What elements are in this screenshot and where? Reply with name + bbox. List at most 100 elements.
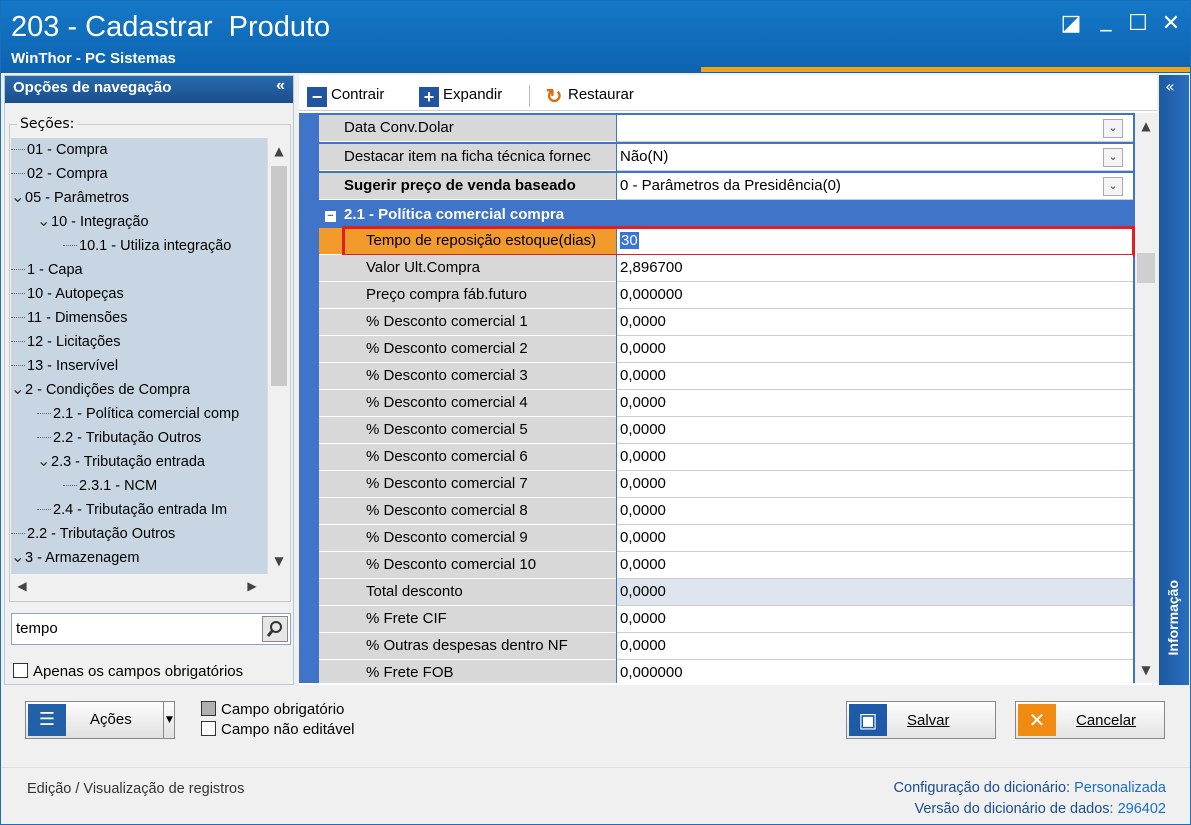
property-value[interactable]: 0,0000 bbox=[617, 363, 1133, 390]
dropdown-chevron-icon[interactable]: ⌄ bbox=[1103, 119, 1123, 138]
property-value[interactable]: 0,0000 bbox=[617, 498, 1133, 525]
property-row[interactable]: Destacar item na ficha técnica fornec Não… bbox=[299, 144, 1135, 171]
tree-item[interactable]: 2.2 - Tributação Outros bbox=[11, 522, 175, 546]
scroll-down-icon[interactable]: ▼ bbox=[268, 550, 290, 572]
property-value[interactable]: 0,0000 bbox=[617, 390, 1133, 417]
scroll-up-icon[interactable]: ▲ bbox=[268, 140, 290, 162]
tree-expand-icon[interactable]: ⌄ bbox=[11, 381, 25, 399]
minimize-icon[interactable]: _ bbox=[1093, 7, 1119, 33]
tree-item[interactable]: 2.1 - Política comercial comp bbox=[37, 402, 239, 426]
selected-property-row[interactable]: Tempo de reposição estoque(dias) 30 bbox=[299, 226, 1135, 257]
tree-expand-icon[interactable]: ⌄ bbox=[37, 453, 51, 471]
tree-expand-icon[interactable]: ⌄ bbox=[11, 189, 25, 207]
property-value[interactable]: ⌄ bbox=[617, 115, 1133, 142]
tree-item[interactable]: ⌄10 - Integração bbox=[37, 210, 149, 234]
property-row[interactable]: % Desconto comercial 5 0,0000 bbox=[299, 417, 1135, 444]
tree-horizontal-scrollbar[interactable]: ◀ ▶ bbox=[11, 574, 267, 598]
group-header-politica-comercial[interactable]: −2.1 - Política comercial compra bbox=[319, 202, 1135, 228]
grid-vertical-scrollbar[interactable]: ▲ ▼ bbox=[1135, 113, 1157, 683]
tree-item[interactable]: 02 - Compra bbox=[11, 162, 108, 186]
tree-item[interactable]: ⌄2.3 - Tributação entrada bbox=[37, 450, 205, 474]
actions-icon: ☰ bbox=[28, 704, 66, 736]
dropdown-chevron-icon[interactable]: ⌄ bbox=[1103, 148, 1123, 167]
tree-item[interactable]: 10.1 - Utiliza integração bbox=[63, 234, 231, 258]
property-row[interactable]: Valor Ult.Compra 2,896700 bbox=[299, 255, 1135, 282]
tree-expand-icon[interactable]: ⌄ bbox=[37, 213, 51, 231]
property-value[interactable]: 2,896700 bbox=[617, 255, 1133, 282]
required-only-checkbox[interactable]: Apenas os campos obrigatórios bbox=[13, 663, 243, 680]
property-value[interactable]: 0,0000 bbox=[617, 525, 1133, 552]
scroll-thumb[interactable] bbox=[271, 166, 287, 386]
search-input[interactable] bbox=[16, 620, 256, 637]
property-value[interactable]: 0,0000 bbox=[617, 471, 1133, 498]
tree-item[interactable]: 2.3.1 - NCM bbox=[63, 474, 157, 498]
property-row[interactable]: Preço compra fáb.futuro 0,000000 bbox=[299, 282, 1135, 309]
tree-item[interactable]: 11 - Dimensões bbox=[11, 306, 127, 330]
group-collapse-icon[interactable]: − bbox=[325, 211, 336, 222]
tree-item[interactable]: 01 - Compra bbox=[11, 138, 108, 162]
checkbox-box[interactable] bbox=[13, 663, 28, 678]
sections-tree[interactable]: 01 - Compra 02 - Compra ⌄05 - Parâmetros ⌄1… bbox=[11, 138, 267, 574]
cancel-button[interactable]: ✕ Cancelar bbox=[1015, 701, 1165, 739]
tree-vertical-scrollbar[interactable]: ▲ ▼ bbox=[267, 138, 289, 574]
property-value[interactable]: 0,000000 bbox=[617, 660, 1133, 683]
tree-item[interactable]: 13 - Inservível bbox=[11, 354, 118, 378]
tree-item[interactable]: ⌄2 - Condições de Compra bbox=[11, 378, 190, 402]
tree-item[interactable]: 12 - Licitações bbox=[11, 330, 121, 354]
property-name: % Desconto comercial 4 bbox=[319, 390, 616, 417]
restore-window-icon[interactable]: ◪ bbox=[1058, 11, 1084, 37]
tree-expand-icon[interactable]: ⌄ bbox=[11, 549, 25, 567]
maximize-icon[interactable]: ☐ bbox=[1125, 11, 1151, 37]
tree-item[interactable]: ⌄05 - Parâmetros bbox=[11, 186, 129, 210]
property-row[interactable]: % Desconto comercial 2 0,0000 bbox=[299, 336, 1135, 363]
property-value[interactable]: 0,0000 bbox=[617, 552, 1133, 579]
property-value[interactable]: 0,0000 bbox=[617, 336, 1133, 363]
property-row[interactable]: % Frete FOB 0,000000 bbox=[299, 660, 1135, 683]
collapse-navigation-icon[interactable]: « bbox=[276, 77, 285, 95]
property-row[interactable]: % Desconto comercial 10 0,0000 bbox=[299, 552, 1135, 579]
property-row[interactable]: % Desconto comercial 4 0,0000 bbox=[299, 390, 1135, 417]
scroll-right-icon[interactable]: ▶ bbox=[241, 575, 263, 597]
save-button[interactable]: ▣ Salvar bbox=[846, 701, 996, 739]
property-row[interactable]: Data Conv.Dolar ⌄ bbox=[299, 115, 1135, 142]
tree-item[interactable]: 10 - Autopeças bbox=[11, 282, 124, 306]
title-bar[interactable]: 203 - Cadastrar Produto WinThor - PC Sis… bbox=[1, 1, 1190, 73]
property-row[interactable]: Total desconto 0,0000 bbox=[299, 579, 1135, 606]
property-row[interactable]: % Frete CIF 0,0000 bbox=[299, 606, 1135, 633]
collapse-button[interactable]: − Contrair bbox=[307, 83, 384, 107]
property-value[interactable]: 0,0000 bbox=[617, 444, 1133, 471]
search-button[interactable] bbox=[262, 616, 288, 642]
grid-scroll-down-icon[interactable]: ▼ bbox=[1135, 659, 1157, 681]
tree-item[interactable]: ⌄3 - Armazenagem bbox=[11, 546, 139, 570]
expand-button[interactable]: + Expandir bbox=[419, 83, 502, 107]
property-row[interactable]: % Desconto comercial 3 0,0000 bbox=[299, 363, 1135, 390]
property-row[interactable]: % Outras despesas dentro NF 0,0000 bbox=[299, 633, 1135, 660]
information-panel[interactable]: « Informação bbox=[1159, 75, 1189, 685]
property-row[interactable]: % Desconto comercial 7 0,0000 bbox=[299, 471, 1135, 498]
property-value[interactable]: Não(N) ⌄ bbox=[617, 144, 1133, 171]
property-row[interactable]: Sugerir preço de venda baseado 0 - Parâme… bbox=[299, 173, 1135, 200]
scroll-left-icon[interactable]: ◀ bbox=[11, 575, 33, 597]
collapse-information-icon[interactable]: « bbox=[1165, 77, 1175, 96]
grid-scroll-up-icon[interactable]: ▲ bbox=[1135, 115, 1157, 137]
restore-button[interactable]: ↻ Restaurar bbox=[544, 83, 634, 107]
property-value[interactable]: 0,0000 bbox=[617, 417, 1133, 444]
actions-dropdown-icon[interactable]: ▼ bbox=[163, 702, 175, 738]
tree-item[interactable]: 2.2 - Tributação Outros bbox=[37, 426, 201, 450]
property-name: % Desconto comercial 8 bbox=[319, 498, 616, 525]
property-value[interactable]: 0,0000 bbox=[617, 633, 1133, 660]
close-icon[interactable]: ✕ bbox=[1158, 11, 1184, 37]
grid-scroll-thumb[interactable] bbox=[1137, 253, 1155, 283]
property-row[interactable]: % Desconto comercial 1 0,0000 bbox=[299, 309, 1135, 336]
actions-button[interactable]: ☰ Ações ▼ bbox=[25, 701, 175, 739]
tree-item[interactable]: 1 - Capa bbox=[11, 258, 83, 282]
property-value[interactable]: 0,0000 bbox=[617, 606, 1133, 633]
property-value[interactable]: 0,000000 bbox=[617, 282, 1133, 309]
property-value[interactable]: 0,0000 bbox=[617, 309, 1133, 336]
property-row[interactable]: % Desconto comercial 9 0,0000 bbox=[299, 525, 1135, 552]
property-row[interactable]: % Desconto comercial 6 0,0000 bbox=[299, 444, 1135, 471]
property-value[interactable]: 0 - Parâmetros da Presidência(0) ⌄ bbox=[617, 173, 1133, 200]
property-row[interactable]: % Desconto comercial 8 0,0000 bbox=[299, 498, 1135, 525]
tree-item[interactable]: 2.4 - Tributação entrada Im bbox=[37, 498, 227, 522]
dropdown-chevron-icon[interactable]: ⌄ bbox=[1103, 177, 1123, 196]
